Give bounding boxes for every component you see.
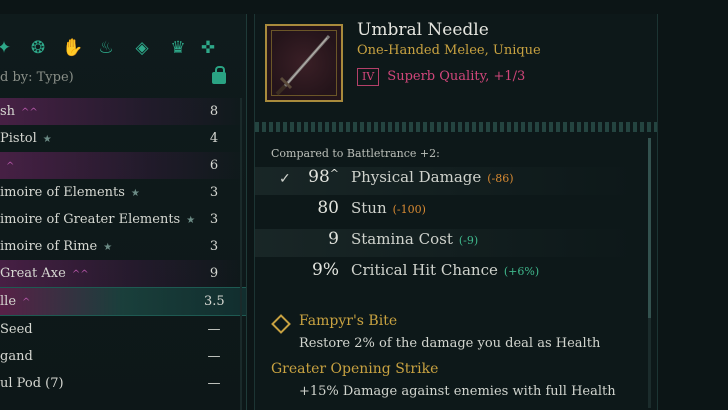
rarity-mark: ★ xyxy=(130,188,140,199)
list-item-name: imoire of Greater Elements ★ xyxy=(0,212,196,227)
lock-icon[interactable] xyxy=(212,66,226,84)
rarity-mark: ^^ xyxy=(71,269,89,280)
list-item[interactable]: Pistol ★ 4 xyxy=(0,125,246,152)
perk-description: Restore 2% of the damage you deal as Hea… xyxy=(299,336,601,351)
rarity-mark: ★ xyxy=(186,215,196,226)
inventory-list-panel: ✦ ❂ ✋ ♨ ◈ ♛ ✜ d by: Type) sh^^ 8 Pistol★ 4… xyxy=(0,14,247,410)
perk-description: +15% Damage against enemies with full He… xyxy=(299,384,616,399)
sort-label[interactable]: d by: Type) xyxy=(0,70,74,85)
gloves-icon[interactable]: ✋ xyxy=(62,38,83,58)
list-item-name: imoire of Elements ★ xyxy=(0,185,140,200)
list-item-name: ^ xyxy=(0,152,14,180)
list-scrollbar[interactable] xyxy=(240,98,242,410)
perk-title: Greater Opening Strike xyxy=(271,361,439,377)
list-item-name: sh ^^ xyxy=(0,104,38,119)
stat-delta: (-9) xyxy=(458,234,479,247)
detail-scrollbar[interactable] xyxy=(648,138,651,408)
list-item[interactable]: ^ 6 xyxy=(0,152,246,179)
ornament-divider xyxy=(255,122,657,132)
stat-delta: (-100) xyxy=(392,203,426,216)
list-item[interactable]: imoire of Greater Elements ★ 3 xyxy=(0,206,246,233)
list-item-qty: 8 xyxy=(209,104,219,119)
list-item[interactable]: imoire of Elements ★ 3 xyxy=(0,179,246,206)
rarity-mark: ^ xyxy=(6,161,15,172)
list-item-qty: 3 xyxy=(209,239,219,254)
list-item[interactable]: Seed — xyxy=(0,316,246,343)
stat-value: 9% xyxy=(312,260,339,280)
dpad-icon[interactable]: ✜ xyxy=(198,38,218,58)
stat-label: Physical Damage (-86) xyxy=(351,168,514,186)
gem-icon[interactable]: ◈ xyxy=(132,38,152,58)
quality-badge: IV xyxy=(357,68,380,86)
list-item-name: ul Pod (7) xyxy=(0,376,64,391)
crown-icon[interactable]: ♛ xyxy=(168,38,188,58)
list-item[interactable]: Great Axe ^^ 9 xyxy=(0,260,246,287)
item-thumbnail xyxy=(265,24,343,102)
rings-icon[interactable]: ❂ xyxy=(28,38,48,58)
list-item[interactable]: gand — xyxy=(0,343,246,370)
item-quality: IV Superb Quality, +1/3 xyxy=(357,68,525,86)
stat-row: 80 Stun (-100) xyxy=(255,198,635,226)
stat-delta: (+6%) xyxy=(503,265,540,278)
list-item[interactable]: — xyxy=(0,397,246,410)
stat-row: 9% Critical Hit Chance (+6%) xyxy=(255,260,635,288)
list-item-qty: — xyxy=(204,397,224,410)
list-item-name: Great Axe ^^ xyxy=(0,266,89,281)
dagger-icon xyxy=(275,35,331,96)
list-item-qty: 3.5 xyxy=(204,294,225,309)
list-item-qty: 3 xyxy=(209,212,219,227)
stat-label: Critical Hit Chance (+6%) xyxy=(351,261,540,279)
list-item[interactable]: sh ^^ 8 xyxy=(0,98,246,125)
list-item-name: Pistol ★ xyxy=(0,131,52,146)
stat-label: Stamina Cost (-9) xyxy=(351,230,479,248)
rarity-mark: ★ xyxy=(42,134,52,145)
compare-label: Compared to Battletrance +2: xyxy=(271,147,440,160)
list-item[interactable]: imoire of Rime ★ 3 xyxy=(0,233,246,260)
list-item-qty: 4 xyxy=(209,131,219,146)
stat-label: Stun (-100) xyxy=(351,199,426,217)
stat-row: 9 Stamina Cost (-9) xyxy=(255,229,635,257)
item-title: Umbral Needle xyxy=(357,20,489,40)
stat-value: 98^ xyxy=(308,167,339,187)
stat-value: 80 xyxy=(317,198,339,218)
rarity-mark: ^^ xyxy=(21,107,38,118)
item-type: One-Handed Melee, Unique xyxy=(357,43,541,58)
filter-icon-bar: ✦ ❂ ✋ ♨ ◈ ♛ ✜ xyxy=(0,34,246,70)
list-item-qty: 6 xyxy=(209,158,219,173)
lamp-icon[interactable]: ♨ xyxy=(96,38,116,58)
increase-arrow-icon: ^ xyxy=(329,167,339,180)
list-item-name: gand xyxy=(0,349,33,364)
list-item-name: lle ^ xyxy=(0,294,31,309)
list-item-qty: — xyxy=(207,376,221,391)
list-item-selected[interactable]: lle ^ 3.5 xyxy=(0,287,246,316)
quality-text: Superb Quality, +1/3 xyxy=(387,69,526,84)
perk-title: Fampyr's Bite xyxy=(299,313,398,329)
stat-delta: (-86) xyxy=(487,172,514,185)
diamond-icon xyxy=(271,314,291,334)
sword-icon[interactable]: ✦ xyxy=(0,38,14,58)
list-item-qty: — xyxy=(207,322,221,337)
check-icon: ✓ xyxy=(279,171,291,187)
list-item-qty: 9 xyxy=(209,266,219,281)
list-item[interactable]: ul Pod (7) — xyxy=(0,370,246,397)
list-item-name: imoire of Rime ★ xyxy=(0,239,113,254)
list-item-name: Seed xyxy=(0,322,33,337)
rarity-mark: ^ xyxy=(22,297,31,308)
scrollbar-thumb[interactable] xyxy=(648,138,651,318)
rarity-mark: ★ xyxy=(103,242,113,253)
stat-row: ✓ 98^ Physical Damage (-86) xyxy=(255,167,635,195)
list-item-qty: 3 xyxy=(209,185,219,200)
item-detail-panel: Umbral Needle One-Handed Melee, Unique I… xyxy=(254,14,658,410)
item-list: sh ^^ 8 Pistol ★ 4 ^ 6 imoire of Elements ★ 3 i… xyxy=(0,98,246,410)
list-item-qty: — xyxy=(207,349,221,364)
stat-value: 9 xyxy=(328,229,339,249)
